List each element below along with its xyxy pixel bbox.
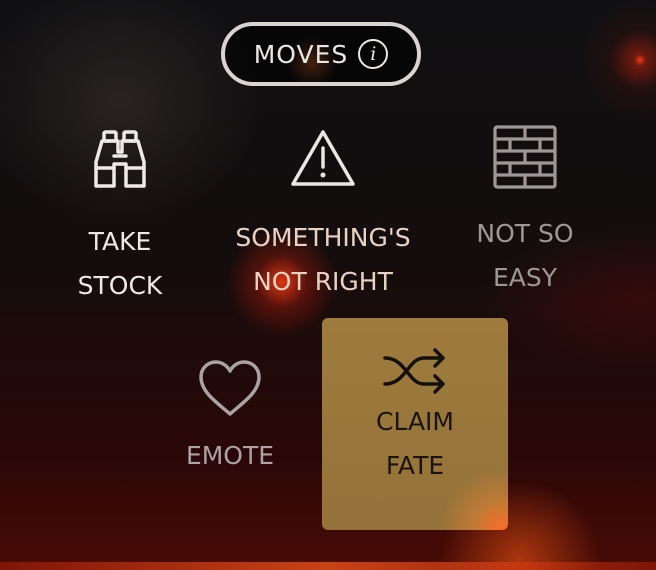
- warning-icon: [291, 130, 355, 186]
- brick-wall-icon: [493, 125, 557, 189]
- move-label: NOT SO EASY: [476, 219, 574, 292]
- binoculars-icon: [94, 130, 146, 188]
- move-emote[interactable]: EMOTE: [160, 358, 300, 478]
- move-label: EMOTE: [185, 441, 275, 470]
- move-claim-fate[interactable]: CLAIM FATE: [322, 318, 508, 530]
- move-take-stock[interactable]: TAKE STOCK: [40, 128, 200, 308]
- move-somethings-not-right[interactable]: SOMETHING'S NOT RIGHT: [218, 128, 428, 304]
- shuffle-icon: [383, 348, 445, 394]
- move-not-so-easy[interactable]: NOT SO EASY: [450, 124, 600, 300]
- heart-icon: [199, 360, 261, 416]
- move-label: SOMETHING'S NOT RIGHT: [235, 223, 411, 296]
- move-label: TAKE STOCK: [77, 227, 163, 300]
- info-icon[interactable]: i: [358, 39, 389, 69]
- moves-header-button[interactable]: MOVES i: [221, 22, 421, 86]
- background-glow-edge: [0, 562, 656, 570]
- move-label: CLAIM FATE: [375, 407, 454, 480]
- moves-title: MOVES: [253, 39, 349, 69]
